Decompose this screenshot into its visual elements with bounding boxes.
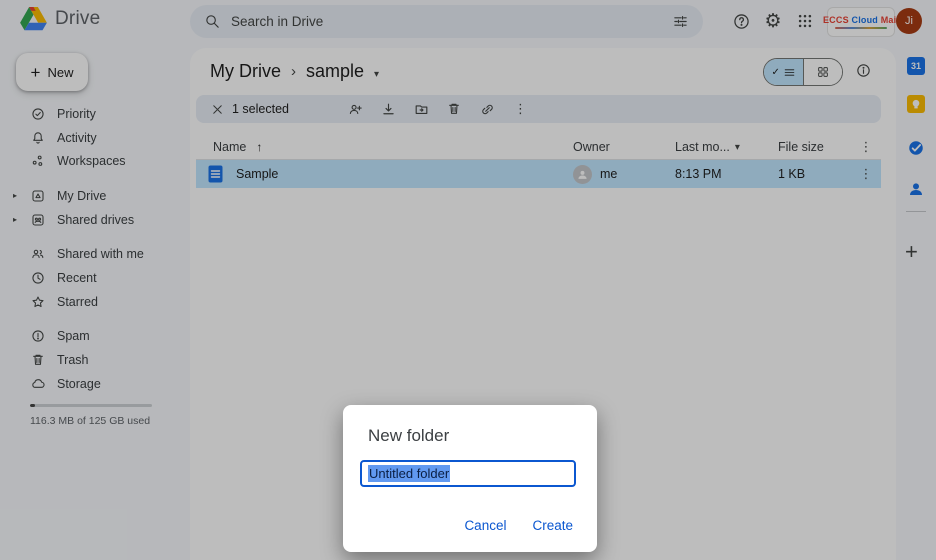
- dialog-actions: Cancel Create: [464, 518, 573, 533]
- dialog-title: New folder: [368, 426, 597, 446]
- folder-name-value: Untitled folder: [368, 465, 450, 482]
- cancel-button[interactable]: Cancel: [464, 518, 506, 533]
- new-folder-dialog: New folder Untitled folder Cancel Create: [343, 405, 597, 552]
- create-button[interactable]: Create: [532, 518, 573, 533]
- folder-name-input[interactable]: Untitled folder: [360, 460, 576, 487]
